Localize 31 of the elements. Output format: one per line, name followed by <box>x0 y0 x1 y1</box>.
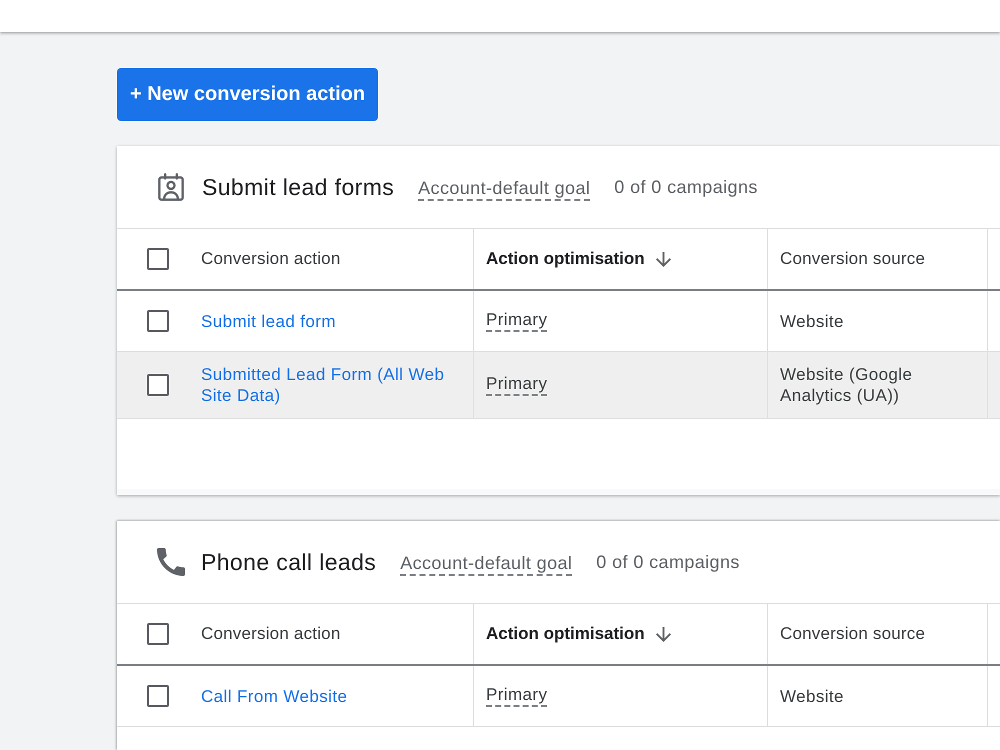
person-card-icon <box>158 173 184 201</box>
row-checkbox[interactable] <box>147 685 169 707</box>
optimisation-status: Primary <box>486 685 548 707</box>
optimisation-status: Primary <box>486 310 548 332</box>
column-header[interactable]: Conversion source <box>780 249 926 269</box>
conversion-action-link[interactable]: Call From Website <box>201 686 348 706</box>
conversion-source: Website <box>780 686 844 706</box>
arrow-down-icon <box>656 252 671 266</box>
goal-type-label: Account-default goal <box>418 176 590 200</box>
arrow-down-icon <box>656 626 671 642</box>
goal-type-label: Account-default goal <box>400 552 572 576</box>
conversion-action-link[interactable]: Submit lead form <box>201 310 336 332</box>
goal-title: Phone call leads <box>201 548 376 576</box>
new-conversion-action-button[interactable]: + New conversion action <box>117 68 378 121</box>
optimisation-status: Primary <box>486 374 548 396</box>
column-header[interactable]: Action optimisation <box>486 624 671 644</box>
conversion-source: Website (Google Analytics (UA)) <box>780 364 914 406</box>
conversion-source: Website <box>780 310 844 332</box>
column-header[interactable]: Conversion action <box>201 624 340 644</box>
column-header[interactable]: Action optimisation <box>486 249 671 269</box>
row-checkbox[interactable] <box>147 310 169 332</box>
goal-title: Submit lead forms <box>202 174 394 200</box>
phone-icon <box>157 548 185 576</box>
column-header[interactable]: Conversion source <box>780 624 926 644</box>
column-header[interactable]: Conversion action <box>201 249 340 269</box>
select-all-checkbox[interactable] <box>147 248 169 270</box>
select-all-checkbox[interactable] <box>147 623 169 645</box>
row-checkbox[interactable] <box>147 374 169 396</box>
campaign-count: 0 of 0 campaigns <box>596 552 740 573</box>
conversion-action-link[interactable]: Submitted Lead Form (All Web Site Data) <box>201 364 451 406</box>
campaign-count: 0 of 0 campaigns <box>614 177 758 198</box>
